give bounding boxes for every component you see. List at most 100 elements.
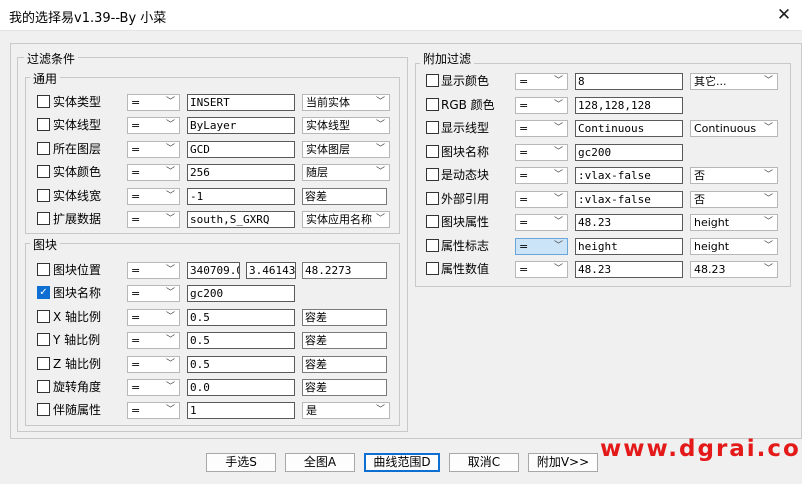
extra-checkbox-7[interactable] xyxy=(426,238,439,252)
extra-checkbox-3[interactable] xyxy=(426,144,439,158)
extra-op-select-7[interactable]: = ﹀ xyxy=(515,237,568,255)
block-attr-input[interactable]: 1 xyxy=(187,402,295,419)
block-tolerance-input-3[interactable]: 容差 xyxy=(302,378,387,396)
extra-op-select-6[interactable]: = ﹀ xyxy=(515,214,568,231)
extra-checkbox-4[interactable] xyxy=(426,168,439,181)
extra-extra-select-0[interactable]: 其它... ﹀ xyxy=(690,73,778,90)
general-checkbox-5[interactable] xyxy=(37,212,50,225)
block-scale-input-0[interactable]: 0.5 xyxy=(187,309,295,326)
extra-op-select-1[interactable]: = ﹀ xyxy=(515,96,568,114)
extra-value-input-2[interactable]: Continuous xyxy=(575,120,683,137)
extra-label-5: 外部引用 xyxy=(441,191,490,206)
general-checkbox-4[interactable] xyxy=(37,188,50,202)
block-scale-checkbox-3[interactable] xyxy=(37,379,50,393)
general-checkbox-2[interactable] xyxy=(37,141,50,155)
extra-value-input-5[interactable]: :vlax-false xyxy=(575,190,683,208)
extra-op-select-8[interactable]: = ﹀ xyxy=(515,261,568,278)
block-scale-op-select-3[interactable]: = ﹀ xyxy=(127,378,180,396)
filter-group-title: 过滤条件 xyxy=(24,50,79,67)
general-checkbox-1[interactable] xyxy=(37,118,50,132)
block-scale-input-3[interactable]: 0.0 xyxy=(187,378,295,396)
block-position-x-input[interactable]: 340709.0 xyxy=(187,262,240,279)
general-extra-select-3[interactable]: 随层 ﹀ xyxy=(302,164,390,182)
block-position-y-input[interactable]: 3.461434 xyxy=(246,262,296,279)
general-op-select-0[interactable]: = ﹀ xyxy=(127,94,180,111)
cancel-button[interactable]: 取消C xyxy=(449,453,519,472)
extra-value-input-0[interactable]: 8 xyxy=(575,73,683,90)
extra-op-select-5[interactable]: = ﹀ xyxy=(515,190,568,208)
block-scale-input-1[interactable]: 0.5 xyxy=(187,332,295,350)
general-op-select-4[interactable]: = ﹀ xyxy=(127,187,180,205)
general-extra-select-0[interactable]: 当前实体 ﹀ xyxy=(302,94,390,111)
general-checkbox-3[interactable] xyxy=(37,165,50,179)
extra-value-input-8[interactable]: 48.23 xyxy=(575,261,683,278)
extra-op-select-4[interactable]: = ﹀ xyxy=(515,167,568,184)
block-tolerance-input-2[interactable]: 容差 xyxy=(302,355,387,373)
extra-value-input-7[interactable]: height xyxy=(575,237,683,255)
extra-checkbox-1[interactable] xyxy=(426,97,439,111)
block-position-z-input[interactable]: 48.2273 xyxy=(302,262,387,279)
manual-select-button[interactable]: 手选S xyxy=(206,453,276,472)
general-extra-select-5[interactable]: 实体应用名称 ﹀ xyxy=(302,211,390,228)
extra-value-input-4[interactable]: :vlax-false xyxy=(575,167,683,184)
general-value-input-5[interactable]: south,S_GXRQ xyxy=(187,211,295,228)
general-op-select-5[interactable]: = ﹀ xyxy=(127,211,180,228)
general-op-select-2[interactable]: = ﹀ xyxy=(127,140,180,158)
extra-extra-select-4[interactable]: 否 ﹀ xyxy=(690,167,778,184)
extra-label-3: 图块名称 xyxy=(441,144,490,159)
general-checkbox-0[interactable] xyxy=(37,95,50,108)
extra-checkbox-8[interactable] xyxy=(426,262,439,275)
chevron-down-icon: ﹀ xyxy=(165,358,175,369)
block-scale-checkbox-1[interactable] xyxy=(37,333,50,347)
general-value-input-3[interactable]: 256 xyxy=(187,164,295,182)
extra-extra-select-5[interactable]: 否 ﹀ xyxy=(690,190,778,208)
block-name-checkbox[interactable]: ✓ xyxy=(37,286,50,299)
block-scale-op-select-2[interactable]: = ﹀ xyxy=(127,355,180,373)
block-attr-extra-select[interactable]: 是 ﹀ xyxy=(302,402,390,419)
block-name-op-select[interactable]: = ﹀ xyxy=(127,285,180,302)
block-scale-op-select-0[interactable]: = ﹀ xyxy=(127,309,180,326)
block-scale-input-2[interactable]: 0.5 xyxy=(187,355,295,373)
block-attr-op-select-value: = xyxy=(131,404,141,417)
general-op-select-1[interactable]: = ﹀ xyxy=(127,117,180,135)
extra-checkbox-0[interactable] xyxy=(426,74,439,87)
extra-extra-select-8[interactable]: 48.23 ﹀ xyxy=(690,261,778,278)
general-extra-select-2[interactable]: 实体图层 ﹀ xyxy=(302,140,390,158)
extra-checkbox-2[interactable] xyxy=(426,121,439,134)
extra-checkbox-6[interactable] xyxy=(426,215,439,228)
block-name-input[interactable]: gc200 xyxy=(187,285,295,302)
extra-extra-select-2[interactable]: Continuous ﹀ xyxy=(690,120,778,137)
extra-value-input-1[interactable]: 128,128,128 xyxy=(575,96,683,114)
block-tolerance-input-0[interactable]: 容差 xyxy=(302,309,387,326)
general-op-select-1-value: = xyxy=(131,119,141,133)
general-extra-input-4[interactable]: 容差 xyxy=(302,187,387,205)
extra-extra-select-7[interactable]: height ﹀ xyxy=(690,237,778,255)
curve-range-button[interactable]: 曲线范围D xyxy=(364,453,440,472)
general-op-select-3[interactable]: = ﹀ xyxy=(127,164,180,182)
block-attr-op-select[interactable]: = ﹀ xyxy=(127,402,180,419)
extra-extra-select-6[interactable]: height ﹀ xyxy=(690,214,778,231)
block-scale-checkbox-0[interactable] xyxy=(37,310,50,323)
block-attr-checkbox[interactable] xyxy=(37,403,50,416)
extra-op-select-3[interactable]: = ﹀ xyxy=(515,143,568,161)
extra-value-input-3[interactable]: gc200 xyxy=(575,143,683,161)
close-icon[interactable]: ✕ xyxy=(772,4,796,26)
extra-button[interactable]: 附加V>> xyxy=(528,453,598,472)
extra-value-input-6[interactable]: 48.23 xyxy=(575,214,683,231)
block-position-checkbox[interactable] xyxy=(37,263,50,276)
block-position-op-select[interactable]: = ﹀ xyxy=(127,262,180,279)
extra-checkbox-5[interactable] xyxy=(426,191,439,205)
general-extra-select-1[interactable]: 实体线型 ﹀ xyxy=(302,117,390,135)
select-all-button[interactable]: 全图A xyxy=(285,453,355,472)
general-value-input-1[interactable]: ByLayer xyxy=(187,117,295,135)
general-value-input-2[interactable]: GCD xyxy=(187,140,295,158)
block-tolerance-input-1[interactable]: 容差 xyxy=(302,332,387,350)
block-scale-op-select-1[interactable]: = ﹀ xyxy=(127,332,180,350)
extra-op-select-0[interactable]: = ﹀ xyxy=(515,73,568,90)
extra-op-select-2[interactable]: = ﹀ xyxy=(515,120,568,137)
extra-op-select-7-value: = xyxy=(519,239,529,253)
extra-extra-select-7-value: height xyxy=(694,239,730,253)
general-value-input-0[interactable]: INSERT xyxy=(187,94,295,111)
general-value-input-4[interactable]: -1 xyxy=(187,187,295,205)
block-scale-checkbox-2[interactable] xyxy=(37,356,50,370)
